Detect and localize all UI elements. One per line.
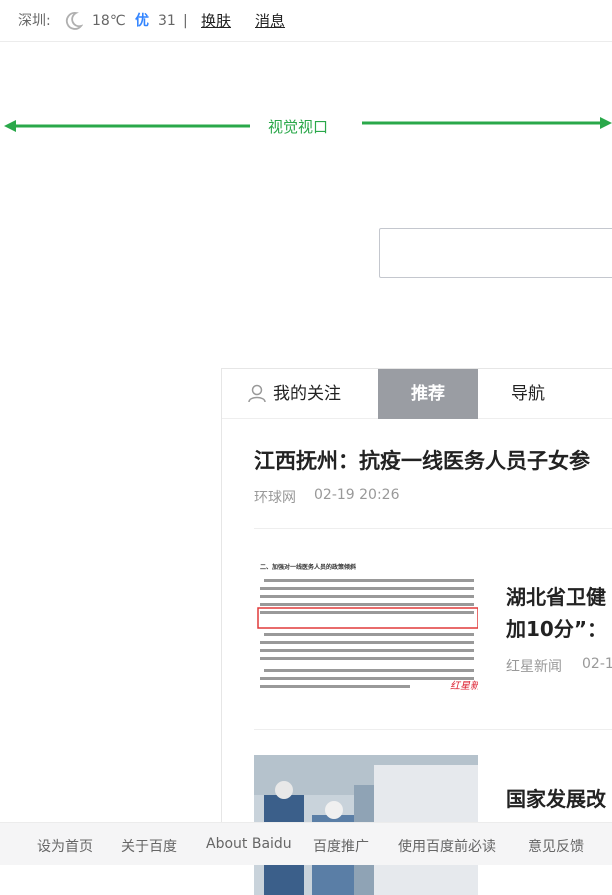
air-quality-badge: 优: [135, 13, 149, 29]
article-title[interactable]: 江西抚州：抗疫一线医务人员子女参: [254, 445, 590, 475]
viewport-label: 视觉视口: [268, 118, 329, 136]
tab-recommend[interactable]: 推荐: [378, 369, 478, 419]
footer: 设为首页 关于百度 About Baidu 百度推广 使用百度前必读 意见反馈: [0, 822, 612, 865]
news-feed-panel: 我的关注 推荐 导航 江西抚州：抗疫一线医务人员子女参 环球网 02-19 20…: [221, 368, 612, 895]
footer-link-terms[interactable]: 使用百度前必读: [398, 836, 496, 856]
svg-text:红星新闻: 红星新闻: [450, 680, 478, 692]
divider: [254, 528, 612, 529]
messages-link[interactable]: 消息: [255, 11, 285, 31]
divider: |: [183, 13, 188, 29]
article-title-line1[interactable]: 国家发展改: [506, 783, 606, 815]
article-title-line1[interactable]: 湖北省卫健: [506, 581, 606, 613]
feed-tabs: 我的关注 推荐 导航: [222, 369, 612, 419]
temperature: 18℃: [92, 13, 126, 29]
footer-link-homepage[interactable]: 设为首页: [37, 836, 93, 856]
top-bar: 深圳: 18℃ 优 31 | 换肤 消息: [0, 0, 612, 42]
article-thumbnail[interactable]: 二、加强对一线医务人员的政策倾斜 红星新闻: [254, 555, 478, 695]
moon-weather-icon: [65, 12, 83, 30]
tab-navigation[interactable]: 导航: [511, 369, 545, 419]
search-input[interactable]: [379, 228, 612, 278]
divider: [254, 729, 612, 730]
footer-link-about-en[interactable]: About Baidu: [206, 836, 292, 852]
article-source: 红星新闻: [506, 659, 562, 675]
user-icon: [248, 384, 266, 403]
tab-my-follow[interactable]: 我的关注: [247, 369, 341, 419]
document-image: 二、加强对一线医务人员的政策倾斜 红星新闻: [257, 563, 478, 692]
tab-label: 我的关注: [273, 384, 341, 404]
svg-text:二、加强对一线医务人员的政策倾斜: 二、加强对一线医务人员的政策倾斜: [260, 563, 356, 571]
air-quality-value: 31: [158, 13, 176, 29]
city-label: 深圳:: [18, 13, 51, 29]
article-source: 环球网: [254, 490, 296, 506]
article-time: 02-1: [582, 656, 612, 672]
footer-link-promotion[interactable]: 百度推广: [313, 836, 369, 856]
footer-link-feedback[interactable]: 意见反馈: [528, 836, 584, 856]
footer-link-about[interactable]: 关于百度: [121, 836, 177, 856]
article-title-line2[interactable]: 加10分”：: [506, 613, 607, 645]
article-time: 02-19 20:26: [314, 487, 400, 503]
skin-link[interactable]: 换肤: [201, 11, 231, 31]
